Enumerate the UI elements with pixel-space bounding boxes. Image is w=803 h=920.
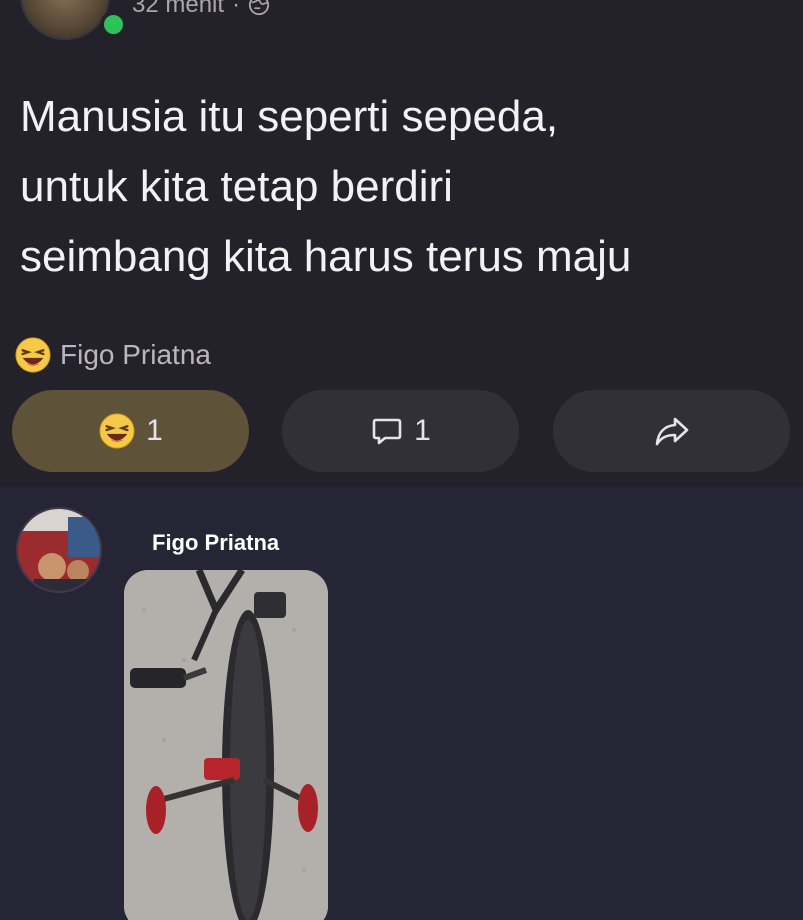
post-card: 32 menit · Manusia itu seperti sepeda, u…	[0, 0, 803, 487]
globe-icon	[248, 0, 270, 16]
reaction-summary[interactable]: Figo Priatna	[14, 336, 211, 374]
comment-count: 1	[414, 414, 431, 447]
bicycle-photo	[124, 570, 328, 920]
post-meta: 32 menit ·	[132, 0, 270, 19]
meta-separator: ·	[232, 0, 241, 18]
author-avatar[interactable]	[20, 0, 110, 40]
reactor-name: Figo Priatna	[60, 339, 211, 370]
online-status-dot	[100, 11, 127, 38]
react-button[interactable]: 1	[12, 390, 249, 472]
comment-button[interactable]: 1	[282, 390, 519, 472]
react-count: 1	[146, 414, 163, 447]
share-button[interactable]	[553, 390, 790, 472]
comments-section	[0, 487, 803, 920]
comment-image[interactable]	[124, 570, 328, 920]
post-time: 32 menit	[132, 0, 225, 18]
commenter-avatar[interactable]	[16, 507, 102, 593]
comment-author[interactable]: Figo Priatna	[152, 530, 279, 556]
commenter-photo	[18, 509, 100, 591]
post-text: Manusia itu seperti sepeda, untuk kita t…	[20, 92, 632, 281]
action-bar: 1 1	[12, 390, 792, 472]
laughing-emoji-icon	[99, 413, 135, 449]
laughing-emoji-icon	[15, 337, 51, 373]
comment-icon	[372, 418, 402, 445]
share-icon	[655, 417, 688, 446]
